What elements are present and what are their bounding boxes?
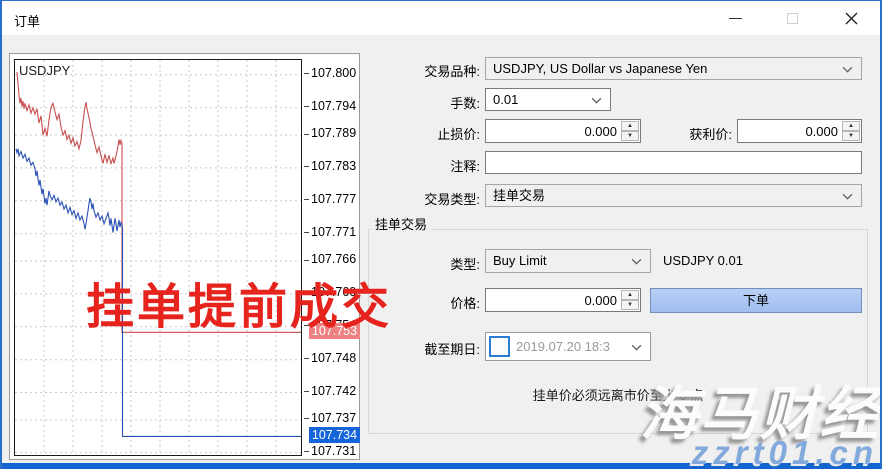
spin-up-button[interactable]: ▲ xyxy=(842,121,860,131)
chevron-down-icon xyxy=(631,344,642,351)
chart-plot[interactable]: USDJPY xyxy=(14,59,302,456)
watermark-site-text: zzrt01.cn xyxy=(692,434,878,469)
close-icon xyxy=(845,12,858,25)
axis-tick xyxy=(304,232,309,233)
close-button[interactable] xyxy=(828,2,874,34)
order-type-value: Buy Limit xyxy=(493,253,546,268)
annotation-overlay-text: 挂单提前成交 xyxy=(86,267,392,337)
spin-up-button[interactable]: ▲ xyxy=(621,121,639,131)
price-scale-label: 107.777 xyxy=(311,192,356,206)
price-scale-label: 107.766 xyxy=(311,252,356,266)
volume-select[interactable]: 0.01 xyxy=(485,88,611,111)
axis-tick xyxy=(304,391,309,392)
price-scale-label: 107.789 xyxy=(311,126,356,140)
minimize-icon xyxy=(729,18,742,19)
spin-up-button[interactable]: ▲ xyxy=(621,290,639,300)
chart-panel: USDJPY 107.800 107.794 107.789 107.783 107.7… xyxy=(9,53,360,460)
price-label: 价格: xyxy=(392,293,480,312)
window-title: 订单 xyxy=(14,11,40,30)
price-scale: 107.800 107.794 107.789 107.783 107.777 107.7… xyxy=(304,54,360,459)
axis-tick xyxy=(304,358,309,359)
price-scale-label: 107.748 xyxy=(311,351,356,365)
order-type-select[interactable]: Buy Limit xyxy=(485,249,651,273)
comment-label: 注释: xyxy=(362,156,480,175)
order-dialog-window: 订单 USDJPY 107.800107.794107.789107.78310… xyxy=(0,0,882,469)
symbol-value: USDJPY, US Dollar vs Japanese Yen xyxy=(493,61,707,76)
trade-type-select[interactable]: 挂单交易 xyxy=(485,184,862,207)
expiry-date-value: 2019.07.20 18:3 xyxy=(516,339,610,354)
volume-value: 0.01 xyxy=(493,92,518,107)
price-input[interactable] xyxy=(486,289,620,311)
axis-tick xyxy=(304,134,309,135)
chevron-down-icon xyxy=(842,193,853,200)
price-scale-label: 107.731 xyxy=(311,444,356,458)
stop-loss-label: 止损价: xyxy=(362,124,480,143)
price-spinner: ▲ ▼ xyxy=(621,290,639,310)
title-bar: 订单 xyxy=(2,1,880,35)
stop-loss-spinner: ▲ ▼ xyxy=(621,121,639,141)
take-profit-spinner: ▲ ▼ xyxy=(842,121,860,141)
pending-order-group-title: 挂单交易 xyxy=(371,214,431,233)
price-scale-label: 107.800 xyxy=(311,66,356,80)
symbol-label: 交易品种: xyxy=(362,61,480,80)
axis-tick xyxy=(304,199,309,200)
expiry-checkbox[interactable] xyxy=(489,336,510,357)
comment-input[interactable] xyxy=(485,151,862,174)
spin-down-button[interactable]: ▼ xyxy=(621,131,639,141)
chart-symbol-label: USDJPY xyxy=(19,63,70,78)
axis-tick xyxy=(304,418,309,419)
price-scale-label: 107.742 xyxy=(311,384,356,398)
price-scale-label: 107.794 xyxy=(311,99,356,113)
expiry-label: 截至期日: xyxy=(392,339,480,358)
stop-loss-field: ▲ ▼ xyxy=(485,119,641,143)
price-scale-label: 107.737 xyxy=(311,411,356,425)
axis-tick xyxy=(304,166,309,167)
bid-price-badge: 107.734 xyxy=(309,427,360,443)
axis-tick xyxy=(304,451,309,452)
place-order-button[interactable]: 下单 xyxy=(650,288,862,313)
maximize-icon xyxy=(787,13,798,24)
price-scale-label: 107.771 xyxy=(311,225,356,239)
take-profit-label: 获利价: xyxy=(652,124,732,143)
axis-tick xyxy=(304,73,309,74)
order-summary-text: USDJPY 0.01 xyxy=(663,253,743,268)
expiry-select[interactable]: 2019.07.20 18:3 xyxy=(485,332,651,361)
price-field: ▲ ▼ xyxy=(485,288,641,312)
price-scale-label: 107.783 xyxy=(311,159,356,173)
stop-loss-input[interactable] xyxy=(486,120,620,142)
axis-tick xyxy=(304,260,309,261)
spin-down-button[interactable]: ▼ xyxy=(621,300,639,310)
trade-type-value: 挂单交易 xyxy=(493,188,545,203)
spin-down-button[interactable]: ▼ xyxy=(842,131,860,141)
order-type-label: 类型: xyxy=(392,254,480,273)
chevron-down-icon xyxy=(631,258,642,265)
take-profit-input[interactable] xyxy=(738,120,841,142)
axis-tick xyxy=(304,106,309,107)
chevron-down-icon xyxy=(842,66,853,73)
minimize-button[interactable] xyxy=(712,2,758,34)
volume-label: 手数: xyxy=(362,93,480,112)
chevron-down-icon xyxy=(591,97,602,104)
maximize-button[interactable] xyxy=(769,2,815,34)
take-profit-field: ▲ ▼ xyxy=(737,119,862,143)
symbol-select[interactable]: USDJPY, US Dollar vs Japanese Yen xyxy=(485,57,862,80)
trade-type-label: 交易类型: xyxy=(362,189,480,208)
